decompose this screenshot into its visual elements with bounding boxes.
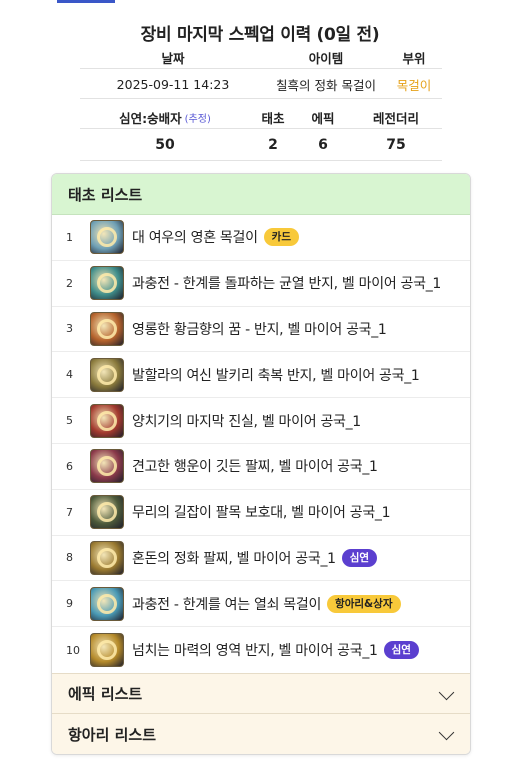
item-name: 발할라의 여신 발키리 축복 반지, 벨 마이어 공국_1 [132,367,420,384]
item-icon [90,633,124,668]
page-title: 장비 마지막 스펙업 이력 (0일 전) [140,25,380,45]
item-index: 4 [66,368,73,382]
col-epic-header: 에픽 [311,110,335,126]
item-index: 9 [66,597,73,611]
epic-list-title: 에픽 리스트 [68,685,143,703]
top-accent-bar [57,0,115,3]
item-icon [90,403,124,438]
col-slot-header: 부위 [402,50,426,66]
taecho-list-header[interactable]: 태초 리스트 [52,174,470,215]
chevron-down-icon [438,684,455,701]
taecho-list-title: 태초 리스트 [68,185,143,204]
list-item[interactable]: 2 과충전 - 한계를 돌파하는 균열 반지, 벨 마이어 공국_1 [52,261,470,307]
date-value: 2025-09-11 14:23 [116,76,230,92]
list-item[interactable]: 8 혼돈의 정화 팔찌, 벨 마이어 공국_1 심연 [52,536,470,582]
item-name: 넘치는 마력의 영역 반지, 벨 마이어 공국_1 [132,643,378,660]
col-source-header: 심연:숭배자 (추정) [80,106,250,128]
hangari-list-title: 항아리 리스트 [68,725,157,744]
epic-count: 6 [318,137,328,153]
hangari-list-header[interactable]: 항아리 리스트 [52,713,470,754]
item-name: 양치기의 마지막 진실, 벨 마이어 공국_1 [132,413,361,430]
item-name: 과충전 - 한계를 여는 열쇠 목걸이 [132,596,322,613]
col-legendary-header: 레전더리 [372,110,419,126]
source-badge: 카드 [263,228,299,247]
list-item[interactable]: 9 과충전 - 한계를 여는 열쇠 목걸이 항아리&상자 [52,581,470,628]
source-badge: 심연 [383,641,419,660]
item-index: 1 [66,230,73,244]
item-lists-panel: 태초 리스트 1 대 여우의 영혼 목걸이 카드 2 과충전 - 한계를 돌파하는 균열… [51,173,471,755]
item-name: 과충전 - 한계를 돌파하는 균열 반지, 벨 마이어 공국_1 [132,276,442,293]
item-index: 2 [66,276,73,290]
item-index: 3 [66,322,73,336]
item-icon [90,540,124,575]
slot-value: 목걸이 [396,77,432,93]
item-name: 대 여우의 영혼 목걸이 [132,230,258,247]
col-item-header: 아이템 [308,50,344,66]
list-item[interactable]: 3 영롱한 황금향의 꿈 - 반지, 벨 마이어 공국_1 [52,307,470,353]
item-icon [90,586,124,621]
item-icon [90,495,124,530]
col-date-header: 날짜 [161,50,185,66]
summary-header-row: 날짜 아이템 부위 [80,46,442,69]
item-icon [90,449,124,484]
source-label: 심연:숭배자 [119,110,182,126]
item-value: 칠흑의 정화 목걸이 [276,77,376,93]
item-name: 혼돈의 정화 팔찌, 벨 마이어 공국_1 [132,550,336,567]
item-icon [90,311,124,346]
col-taecho-header: 태초 [261,110,285,126]
list-item[interactable]: 10 넘치는 마력의 영역 반지, 벨 마이어 공국_1 심연 [52,627,470,673]
item-index: 5 [66,414,73,428]
list-item[interactable]: 5 양치기의 마지막 진실, 벨 마이어 공국_1 [52,398,470,444]
taecho-count: 2 [268,137,278,153]
item-index: 6 [66,459,73,473]
legendary-count: 75 [386,137,406,153]
list-item[interactable]: 7 무리의 길잡이 팔목 보호대, 벨 마이어 공국_1 [52,490,470,536]
list-item[interactable]: 4 발할라의 여신 발키리 축복 반지, 벨 마이어 공국_1 [52,352,470,399]
item-index: 8 [66,551,73,565]
list-item[interactable]: 1 대 여우의 영혼 목걸이 카드 [52,215,470,261]
item-icon [90,357,124,392]
item-name: 영롱한 황금향의 꿈 - 반지, 벨 마이어 공국_1 [132,321,387,338]
item-index: 7 [66,505,73,519]
chevron-down-icon [438,724,455,741]
source-badge: 심연 [341,548,378,567]
summary-value-row: 2025-09-11 14:23 칠흑의 정화 목걸이 목걸이 [80,70,442,99]
source-estimate-note: (추정) [184,113,211,125]
source-badge: 항아리&상자 [327,594,401,613]
count-value-row: 50 2 6 75 [80,130,442,161]
item-icon [90,266,124,301]
epic-list-header[interactable]: 에픽 리스트 [52,673,470,713]
count-header-row: 심연:숭배자 (추정) 태초 에픽 레전더리 [80,106,442,129]
item-icon [90,220,124,255]
list-item[interactable]: 6 견고한 행운이 깃든 팔찌, 벨 마이어 공국_1 [52,444,470,490]
taecho-item-list: 1 대 여우의 영혼 목걸이 카드 2 과충전 - 한계를 돌파하는 균열 반지, 벨 … [52,215,470,673]
item-name: 무리의 길잡이 팔목 보호대, 벨 마이어 공국_1 [132,505,391,522]
item-index: 10 [66,643,80,657]
source-count: 50 [155,137,175,153]
item-name: 견고한 행운이 깃든 팔찌, 벨 마이어 공국_1 [132,459,378,476]
